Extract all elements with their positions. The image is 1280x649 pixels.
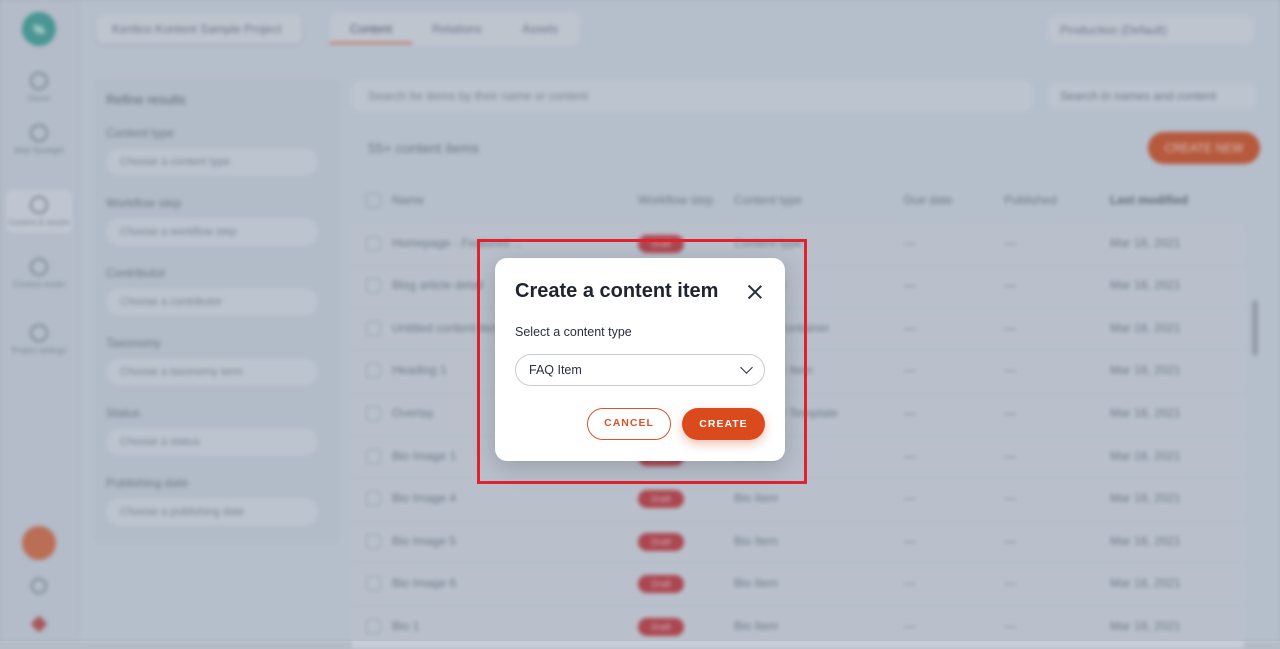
- content-type-value: FAQ Item: [529, 363, 582, 377]
- chevron-down-icon: [740, 361, 753, 374]
- close-icon[interactable]: [745, 282, 765, 302]
- dialog-title: Create a content item: [515, 280, 719, 302]
- create-button[interactable]: CREATE: [682, 408, 765, 440]
- create-content-item-dialog: Create a content item Select a content t…: [495, 258, 785, 461]
- content-type-select[interactable]: FAQ Item: [515, 354, 765, 386]
- cancel-button[interactable]: CANCEL: [587, 408, 671, 440]
- content-type-label: Select a content type: [515, 325, 632, 339]
